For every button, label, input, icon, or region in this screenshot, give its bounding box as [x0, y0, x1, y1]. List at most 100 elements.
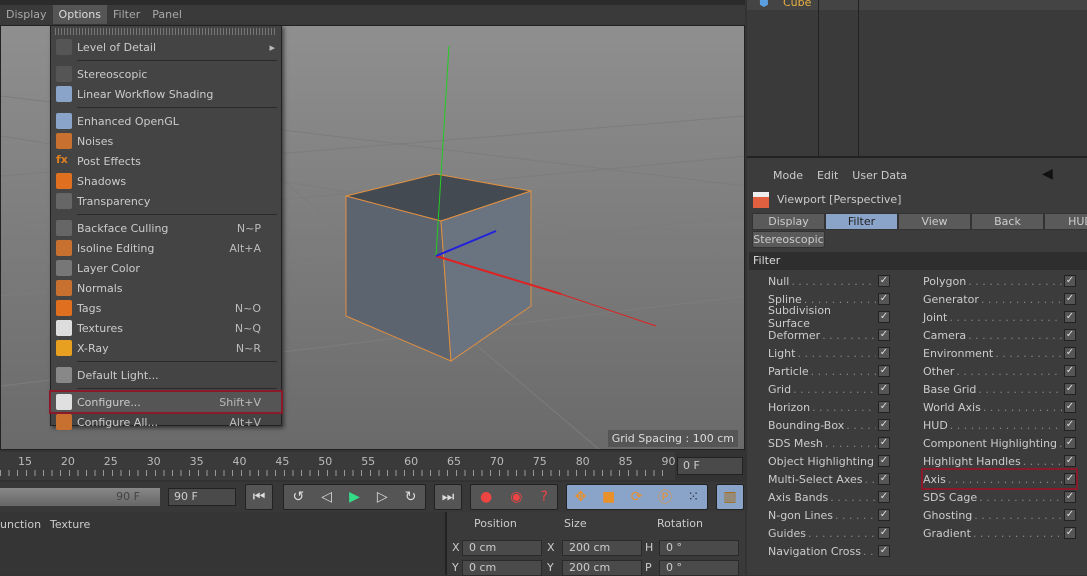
menu-item-isoline-editing[interactable]: Isoline Editing Alt+A	[51, 238, 281, 258]
coord-field[interactable]: 0 °	[659, 560, 739, 576]
menu-item-x-ray[interactable]: X-Ray N~R	[51, 338, 281, 358]
checkbox-checked[interactable]: ✓	[1064, 329, 1076, 341]
filter-null[interactable]: Null . . . . . . . . . . . . . . . . . .…	[768, 272, 890, 290]
menu-item-post-effects[interactable]: fx Post Effects	[51, 151, 281, 171]
filter-particle[interactable]: Particle . . . . . . . . . . . . . . . .…	[768, 362, 890, 380]
checkbox-checked[interactable]: ✓	[1064, 347, 1076, 359]
tab-view[interactable]: View	[898, 213, 971, 230]
record-icon[interactable]: ●	[480, 489, 492, 505]
checkbox-checked[interactable]: ✓	[1064, 275, 1076, 287]
param-icon[interactable]: Ⓟ	[658, 487, 672, 507]
keyframe-buttons[interactable]: ● ◉?	[470, 484, 558, 510]
prev-key-icon[interactable]: ↺	[293, 489, 305, 505]
menu-display[interactable]: Display	[0, 5, 53, 24]
menu-item-stereoscopic[interactable]: Stereoscopic	[51, 64, 281, 84]
filter-multi-select-axes[interactable]: Multi-Select Axes . . . . . . . . . . . …	[768, 470, 890, 488]
menu-item-level-of-detail[interactable]: Level of Detail ▸	[51, 37, 281, 57]
filter-highlight-handles[interactable]: Highlight Handles . . . . . . . . . . . …	[923, 452, 1076, 470]
checkbox-checked[interactable]: ✓	[878, 383, 890, 395]
checkbox-checked[interactable]: ✓	[878, 347, 890, 359]
filter-navigation-cross[interactable]: Navigation Cross . . . . . . . . . . . .…	[768, 542, 890, 560]
filter-polygon[interactable]: Polygon . . . . . . . . . . . . . . . . …	[923, 272, 1076, 290]
back-arrow-icon[interactable]: ◀	[1042, 166, 1053, 182]
checkbox-checked[interactable]: ✓	[878, 527, 890, 539]
end-frame-slider[interactable]: 90 F	[0, 488, 160, 506]
menu-item-transparency[interactable]: Transparency	[51, 191, 281, 211]
checkbox-checked[interactable]: ✓	[1064, 509, 1076, 521]
filter-horizon[interactable]: Horizon . . . . . . . . . . . . . . . . …	[768, 398, 890, 416]
menu-item-textures[interactable]: Textures N~Q	[51, 318, 281, 338]
checkbox-checked[interactable]: ✓	[1064, 527, 1076, 539]
coord-field[interactable]: 0 °	[659, 540, 739, 556]
attr-menu-user-data[interactable]: User Data	[852, 169, 907, 182]
rotate-icon[interactable]: ⟳	[631, 489, 643, 505]
checkbox-checked[interactable]: ✓	[1064, 311, 1076, 323]
checkbox-checked[interactable]: ✓	[878, 491, 890, 503]
filter-deformer[interactable]: Deformer . . . . . . . . . . . . . . . .…	[768, 326, 890, 344]
filter-guides[interactable]: Guides . . . . . . . . . . . . . . . . .…	[768, 524, 890, 542]
menu-options[interactable]: Options	[52, 5, 107, 24]
play-icon[interactable]: ▶	[349, 489, 360, 505]
tab-hud[interactable]: HUD	[1044, 213, 1087, 230]
menu-item-noises[interactable]: Noises	[51, 131, 281, 151]
autokey-icon[interactable]: ◉	[510, 489, 522, 505]
checkbox-checked[interactable]: ✓	[1064, 491, 1076, 503]
checkbox-checked[interactable]: ✓	[1064, 473, 1076, 485]
filter-generator[interactable]: Generator . . . . . . . . . . . . . . . …	[923, 290, 1076, 308]
object-name[interactable]: Cube	[783, 0, 811, 9]
menu-panel[interactable]: Panel	[146, 5, 188, 24]
filter-n-gon-lines[interactable]: N-gon Lines . . . . . . . . . . . . . . …	[768, 506, 890, 524]
filter-hud[interactable]: HUD . . . . . . . . . . . . . . . . . . …	[923, 416, 1076, 434]
tab-function[interactable]: unction	[0, 518, 41, 531]
coord-field[interactable]: 200 cm	[562, 540, 642, 556]
coord-field[interactable]: 0 cm	[462, 540, 542, 556]
tab-display[interactable]: Display	[752, 213, 825, 230]
filter-base-grid[interactable]: Base Grid . . . . . . . . . . . . . . . …	[923, 380, 1076, 398]
menu-item-layer-color[interactable]: Layer Color	[51, 258, 281, 278]
filter-object-highlighting[interactable]: Object Highlighting . . . . . . . . . . …	[768, 452, 890, 470]
next-key-icon[interactable]: ↻	[405, 489, 417, 505]
menu-item-normals[interactable]: Normals	[51, 278, 281, 298]
filter-grid[interactable]: Grid . . . . . . . . . . . . . . . . . .…	[768, 380, 890, 398]
timeline-ruler[interactable]: 15 20 25 30 35 40 45 50 55 60 65 70 75 80 85 90	[0, 452, 676, 480]
filter-bounding-box[interactable]: Bounding-Box . . . . . . . . . . . . . .…	[768, 416, 890, 434]
pla-icon[interactable]: ⁙	[687, 489, 699, 505]
checkbox-checked[interactable]: ✓	[878, 437, 890, 449]
menu-item-linear-workflow-shading[interactable]: Linear Workflow Shading	[51, 84, 281, 104]
attr-menu-edit[interactable]: Edit	[817, 169, 838, 182]
menu-item-configure-all[interactable]: Configure All... Alt+V	[51, 412, 281, 432]
filter-gradient[interactable]: Gradient . . . . . . . . . . . . . . . .…	[923, 524, 1076, 542]
coord-field[interactable]: 0 cm	[462, 560, 542, 576]
menu-filter[interactable]: Filter	[107, 5, 146, 24]
filter-axis[interactable]: Axis . . . . . . . . . . . . . . . . . .…	[921, 468, 1078, 490]
tab-back[interactable]: Back	[971, 213, 1044, 230]
scale-icon[interactable]: ■	[602, 489, 615, 505]
coord-field[interactable]: 200 cm	[562, 560, 642, 576]
checkbox-checked[interactable]: ✓	[878, 293, 890, 305]
help-icon[interactable]: ?	[541, 489, 548, 505]
checkbox-checked[interactable]: ✓	[1064, 437, 1076, 449]
go-to-end-button[interactable]: ⏭	[434, 484, 462, 510]
prev-frame-icon[interactable]: ◁	[321, 489, 332, 505]
end-frame-field[interactable]: 90 F	[168, 488, 236, 506]
checkbox-checked[interactable]: ✓	[878, 365, 890, 377]
checkbox-checked[interactable]: ✓	[878, 401, 890, 413]
menu-item-default-light[interactable]: Default Light...	[51, 365, 281, 385]
menu-item-backface-culling[interactable]: Backface Culling N~P	[51, 218, 281, 238]
checkbox-checked[interactable]: ✓	[878, 509, 890, 521]
filter-component-highlighting[interactable]: Component Highlighting . . . . . . . . .…	[923, 434, 1076, 452]
cube[interactable]	[345, 173, 532, 362]
menu-item-configure[interactable]: Configure... Shift+V	[49, 390, 283, 414]
move-icon[interactable]: ✥	[575, 489, 587, 505]
menu-tear-off[interactable]	[55, 28, 277, 35]
checkbox-checked[interactable]: ✓	[1064, 383, 1076, 395]
checkbox-checked[interactable]: ✓	[1064, 293, 1076, 305]
filter-environment[interactable]: Environment . . . . . . . . . . . . . . …	[923, 344, 1076, 362]
filter-ghosting[interactable]: Ghosting . . . . . . . . . . . . . . . .…	[923, 506, 1076, 524]
tab-stereoscopic[interactable]: Stereoscopic	[752, 231, 825, 248]
tab-texture[interactable]: Texture	[50, 518, 90, 531]
menu-item-shadows[interactable]: Shadows	[51, 171, 281, 191]
filter-other[interactable]: Other . . . . . . . . . . . . . . . . . …	[923, 362, 1076, 380]
next-frame-icon[interactable]: ▷	[377, 489, 388, 505]
go-to-start-button[interactable]: ⏮	[245, 484, 273, 510]
